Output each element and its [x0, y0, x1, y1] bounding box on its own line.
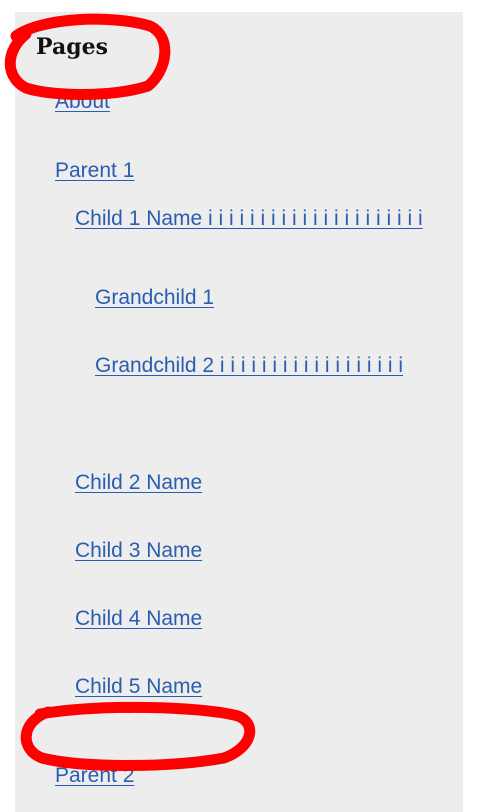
page-link-about[interactable]: About	[55, 86, 415, 118]
page-link-child-2[interactable]: Child 2 Name	[75, 467, 415, 499]
page-link-grandchild-2[interactable]: Grandchild 2 i i i i i i i i i i i i i i…	[95, 350, 415, 382]
page-link-child-5[interactable]: Child 5 Name	[75, 671, 415, 703]
page-link-child-4[interactable]: Child 4 Name	[75, 603, 415, 635]
page-link-child-1[interactable]: Child 1 Name i i i i i i i i i i i i i i…	[75, 203, 427, 235]
pages-heading: Pages	[36, 34, 108, 60]
page-link-grandchild-1[interactable]: Grandchild 1	[95, 282, 425, 314]
page-link-parent-1[interactable]: Parent 1	[55, 155, 415, 187]
page-link-parent-2[interactable]: Parent 2	[55, 760, 415, 792]
page-canvas: Pages About Parent 1 Child 1 Name i i i …	[0, 0, 478, 812]
page-link-child-3[interactable]: Child 3 Name	[75, 535, 415, 567]
